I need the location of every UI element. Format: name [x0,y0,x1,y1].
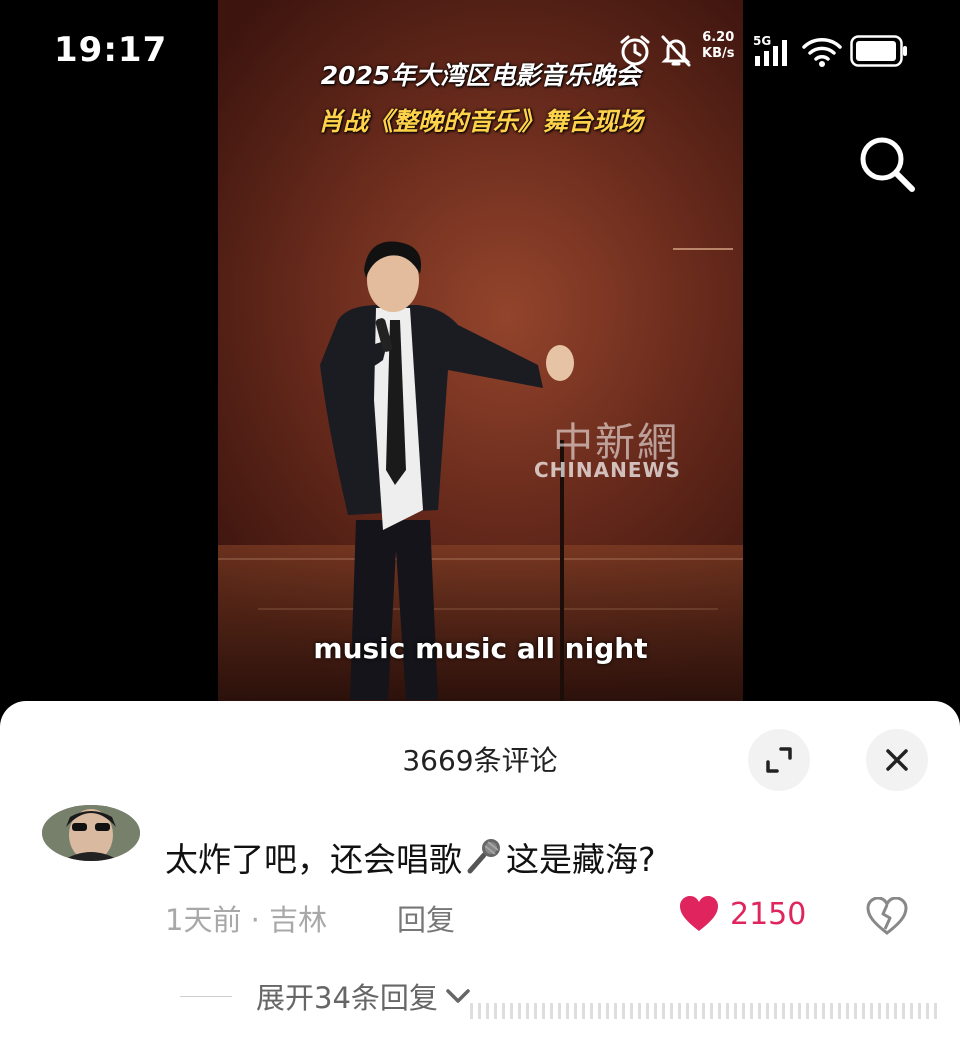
comment-text-part1: 太炸了吧，还会唱歌 [165,840,462,879]
chevron-down-icon [446,989,470,1003]
heart-filled-icon [680,896,718,931]
divider-line [180,995,232,997]
comment-text-part2: 这是藏海? [506,840,656,879]
network-speed: 6.20 KB/s [702,30,734,62]
stage-light-streak [673,248,733,250]
signal-icon: 5G [753,34,787,66]
microphone-icon [467,839,500,874]
comments-panel: 3669条评论 太炸了吧，还会唱歌 这是藏海? 1天前 · 吉林 回复 2150… [0,701,960,1044]
video-title-line2: 肖战《整晚的音乐》舞台现场 [317,107,643,136]
comment-meta: 1天前 · 吉林 [165,903,328,937]
like-count: 2150 [730,896,807,932]
network-speed-value: 6.20 [702,30,735,45]
expand-replies-button[interactable]: 展开34条回复 [180,975,472,1017]
alarm-icon [620,35,650,66]
comments-count-title: 3669条评论 [402,744,558,777]
network-speed-unit: KB/s [702,46,735,61]
search-icon [860,137,915,192]
expand-icon [766,747,792,773]
mute-icon [661,35,691,67]
expand-panel-button[interactable] [748,729,810,791]
close-panel-button[interactable] [866,729,928,791]
like-button[interactable]: 2150 [678,895,806,933]
video-player[interactable]: 2025年大湾区电影音乐晚会 肖战《整晚的音乐》舞台现场 中新網 CHINANE… [218,0,743,705]
commenter-avatar[interactable] [42,805,140,861]
broken-heart-icon[interactable] [866,897,908,935]
video-subtitle: music music all night [313,632,648,665]
next-comment-peek [470,1003,940,1019]
network-type-label: 5G [753,34,771,48]
avatar-image [42,805,140,861]
status-bar: 19:17 6.20 KB/s 5G [0,0,960,100]
comment-text: 太炸了吧，还会唱歌 这是藏海? [165,833,656,881]
status-time: 19:17 [54,30,168,70]
close-icon [886,749,908,771]
wifi-icon [802,38,842,67]
watermark-english: CHINANEWS [534,458,681,482]
reply-button[interactable]: 回复 [397,897,455,939]
expand-replies-label: 展开34条回复 [256,981,438,1015]
search-button[interactable] [852,130,922,200]
battery-icon [850,35,907,67]
